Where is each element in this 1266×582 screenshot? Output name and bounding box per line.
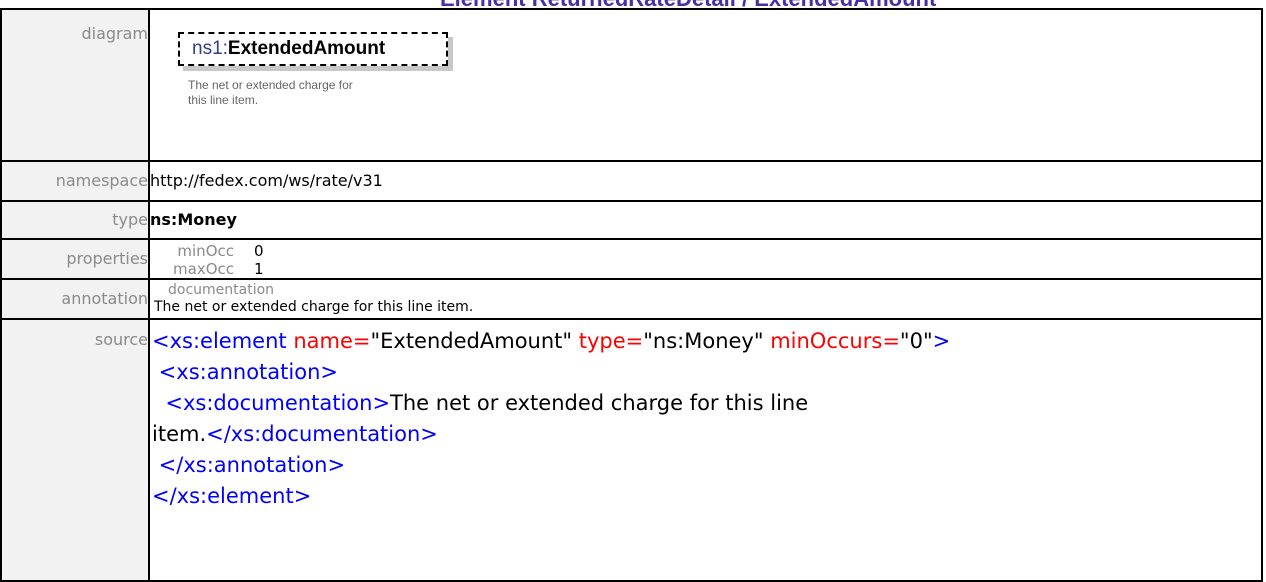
diagram-doc-text: The net or extended charge for this line… xyxy=(188,78,353,107)
namespace-value: http://fedex.com/ws/rate/v31 xyxy=(150,171,383,190)
annotation-heading: documentation xyxy=(168,282,275,298)
row-properties: properties minOcc 0 maxOcc 1 xyxy=(0,238,1263,280)
source-line: <xs:element name="ExtendedAmount" type="… xyxy=(152,326,1232,357)
row-label: annotation xyxy=(0,278,150,320)
xml-attr: minOccurs= xyxy=(763,329,900,353)
properties-cell: minOcc 0 maxOcc 1 xyxy=(148,238,1263,280)
type-cell: ns:Money xyxy=(148,200,1263,240)
property-key: maxOcc xyxy=(173,260,234,278)
xml-tag: > xyxy=(932,329,951,353)
xml-attr: name= xyxy=(293,329,371,353)
source-line: <xs:annotation> xyxy=(152,360,338,384)
property-row: maxOcc 1 xyxy=(150,260,1261,278)
row-diagram: diagram ns1:ExtendedAmount The net or ex… xyxy=(0,8,1263,162)
xml-attr: type= xyxy=(572,329,644,353)
annotation-cell: documentation The net or extended charge… xyxy=(148,278,1263,320)
xml-text: The net or extended charge for this line xyxy=(390,391,809,415)
xml-value: "0" xyxy=(899,329,933,353)
xml-text: item. xyxy=(152,422,207,446)
diagram-cell: ns1:ExtendedAmount The net or extended c… xyxy=(148,8,1263,162)
page-title-strip: Element ReturnedRateDetail / ExtendedAmo… xyxy=(0,0,1266,8)
property-value: 1 xyxy=(254,260,264,278)
element-name: ExtendedAmount xyxy=(227,38,386,59)
source-label: source xyxy=(94,330,148,349)
annotation-label: annotation xyxy=(61,289,148,308)
row-label: properties xyxy=(0,238,150,280)
row-source: source <xs:element name="ExtendedAmount"… xyxy=(0,318,1263,582)
source-line: item.</xs:documentation> xyxy=(152,419,1232,450)
namespace-cell: http://fedex.com/ws/rate/v31 xyxy=(148,160,1263,202)
source-line: </xs:annotation> xyxy=(152,453,346,477)
annotation-text: The net or extended charge for this line… xyxy=(154,299,474,315)
row-label: diagram xyxy=(0,8,150,162)
element-prefix: ns1: xyxy=(192,38,228,59)
properties-list: minOcc 0 maxOcc 1 xyxy=(150,242,1261,278)
element-node[interactable]: ns1:ExtendedAmount xyxy=(178,32,448,66)
xml-tag: </xs:documentation> xyxy=(206,422,438,446)
row-label: type xyxy=(0,200,150,240)
type-label: type xyxy=(112,210,148,229)
diagram-label: diagram xyxy=(81,24,148,43)
xml-tag: <xs:element xyxy=(152,329,294,353)
row-namespace: namespace http://fedex.com/ws/rate/v31 xyxy=(0,160,1263,202)
property-key: minOcc xyxy=(177,242,234,260)
property-value: 0 xyxy=(254,242,264,260)
properties-label: properties xyxy=(66,249,148,268)
namespace-label: namespace xyxy=(55,171,148,190)
row-label: namespace xyxy=(0,160,150,202)
source-cell: <xs:element name="ExtendedAmount" type="… xyxy=(148,318,1263,582)
property-row: minOcc 0 xyxy=(150,242,1261,260)
element-diagram: ns1:ExtendedAmount xyxy=(178,32,454,72)
row-type: type ns:Money xyxy=(0,200,1263,240)
xml-value: "ExtendedAmount" xyxy=(370,329,573,353)
element-doc-table: diagram ns1:ExtendedAmount The net or ex… xyxy=(0,8,1263,582)
source-line: </xs:element> xyxy=(152,484,312,508)
source-line: <xs:documentation>The net or extended ch… xyxy=(152,388,1232,419)
xml-tag: <xs:documentation> xyxy=(152,391,391,415)
type-value[interactable]: ns:Money xyxy=(150,202,1261,229)
row-annotation: annotation documentation The net or exte… xyxy=(0,278,1263,320)
xml-value: "ns:Money" xyxy=(643,329,764,353)
source-code: <xs:element name="ExtendedAmount" type="… xyxy=(150,320,1232,512)
row-label: source xyxy=(0,318,150,582)
page-title: Element ReturnedRateDetail / ExtendedAmo… xyxy=(440,0,936,8)
